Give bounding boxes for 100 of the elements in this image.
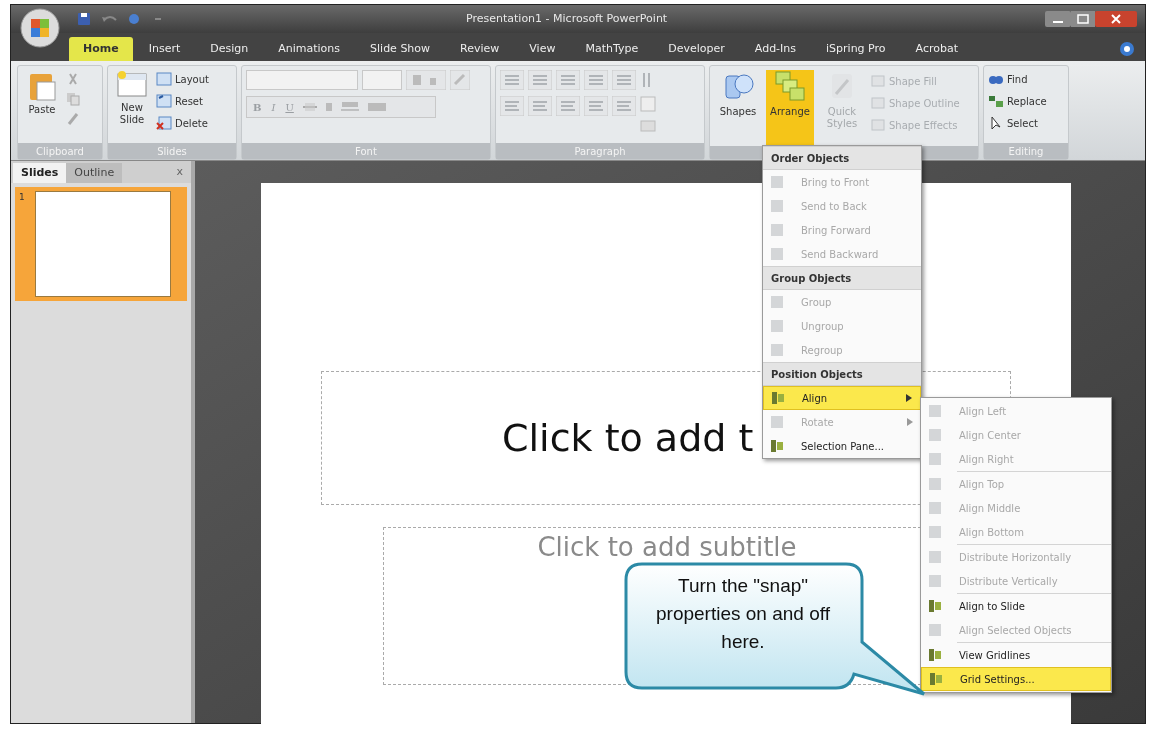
menu-item[interactable]: Align to Slide [921,594,1111,618]
justify-icon[interactable] [584,96,608,116]
minimize-icon[interactable] [1045,11,1071,27]
menu-item-label: View Gridlines [959,648,1031,663]
ribbon-tab[interactable]: MathType [571,37,653,61]
cut-icon[interactable] [66,72,80,86]
menu-item[interactable]: Grid Settings... [921,667,1111,691]
close-icon[interactable] [1095,11,1137,27]
menu-section-header: Order Objects [763,146,921,170]
menu-item[interactable]: View Gridlines [921,643,1111,667]
menu-item-label: Align [802,391,828,406]
delete-icon [156,115,172,131]
menu-item-label: Align to Slide [959,599,1025,614]
menu-item-label: Grid Settings... [960,672,1035,687]
ribbon-tab[interactable]: Add-Ins [740,37,811,61]
find-button[interactable]: Find [988,70,1047,88]
select-button[interactable]: Select [988,114,1047,132]
strikethrough-icon[interactable] [301,101,318,113]
slide-number: 1 [19,191,26,204]
ribbon-button[interactable]: Shapes [714,70,762,146]
ribbon-tab[interactable]: Home [69,37,133,61]
office-button-icon[interactable] [20,8,60,48]
menu-item-icon [769,438,785,454]
menu-item-icon [927,500,943,516]
window-title: Presentation1 - Microsoft PowerPoint [466,11,668,27]
indent-icon[interactable] [556,70,580,90]
menu-item-label: Ungroup [801,319,844,334]
bullets-icon[interactable] [500,70,524,90]
help-icon[interactable] [1119,41,1135,57]
new-slide-button[interactable]: New Slide [112,70,152,126]
ribbon-tab[interactable]: View [515,37,570,61]
group-label: Slides [157,144,187,159]
menu-item-icon [769,246,785,262]
placeholder-text: Click to add t [502,414,754,462]
save-icon[interactable] [77,12,91,26]
pane-tab[interactable]: Outline [66,163,123,183]
ribbon-tab[interactable]: Insert [134,37,195,61]
menu-item-icon [769,174,785,190]
font-size-field[interactable] [362,70,402,90]
menu-item-label: Bring Forward [801,223,871,238]
align-right-icon[interactable] [556,96,580,116]
menu-item-icon [927,647,943,663]
placeholder-text: Click to add subtitle [537,531,797,560]
indent-icon[interactable] [584,70,608,90]
numbering-icon[interactable] [528,70,552,90]
slide-thumbnail[interactable]: 1 [15,187,187,301]
grow-font-icon[interactable] [406,70,446,90]
center-icon[interactable] [528,96,552,116]
copy-icon[interactable] [66,92,80,106]
menu-item-icon [769,342,785,358]
brush-icon[interactable] [66,112,80,126]
delete-button[interactable]: Delete [156,114,209,132]
paste-button[interactable]: Paste [22,70,62,117]
menu-item-label: Bring to Front [801,175,870,190]
submenu-arrow-icon [906,394,912,402]
menu-item-label: Distribute Horizontally [959,550,1072,565]
line-spacing-icon[interactable] [612,70,636,90]
replace-button[interactable]: Replace [988,92,1047,110]
ribbon-tab[interactable]: iSpring Pro [812,37,900,61]
menu-item-label: Group [801,295,832,310]
ribbon-tab[interactable]: Acrobat [901,37,972,61]
align-left-icon[interactable] [500,96,524,116]
clear-format-icon[interactable] [450,70,470,90]
menu-item-label: Align Bottom [959,525,1024,540]
menu-item-icon [927,403,943,419]
group-label: Paragraph [574,144,626,159]
ribbon-tab[interactable]: Animations [264,37,355,61]
reset-button[interactable]: Reset [156,92,209,110]
overlapping-squares-icon [774,70,806,102]
ribbon-tab[interactable]: Design [196,37,263,61]
menu-item-icon [927,622,943,638]
menu-item-label: Align Left [959,404,1007,419]
menu-item-icon [927,476,943,492]
menu-item-icon [928,671,944,687]
ribbon-tab[interactable]: Review [446,37,514,61]
layout-button[interactable]: Layout [156,70,209,88]
menu-item-label: Distribute Vertically [959,574,1058,589]
menu-item-label: Align Right [959,452,1014,467]
spacing-icon[interactable] [339,101,360,113]
ribbon-tab[interactable]: Slide Show [356,37,445,61]
menu-item-label: Align Selected Objects [959,623,1072,638]
menu-item[interactable]: Selection Pane... [763,434,921,458]
menu-item-label: Send Backward [801,247,879,262]
menu-item-icon [927,427,943,443]
group-label: Editing [1008,144,1044,159]
menu-item[interactable]: Align [763,386,921,410]
maximize-icon[interactable] [1071,11,1095,27]
ribbon-button[interactable]: Arrange [766,70,814,146]
font-name-field[interactable] [246,70,358,90]
menu-item-label: Rotate [801,415,834,430]
pane-tab[interactable]: Slides [13,163,67,183]
group-label: Clipboard [36,144,84,159]
close-pane-button[interactable]: x [176,163,183,180]
menu-item-icon [770,390,786,406]
columns-icon[interactable] [612,96,636,116]
ribbon-tab[interactable]: Developer [654,37,739,61]
callout-text: Turn the "snap" properties on and off here. [655,574,831,654]
reset-icon [156,93,172,109]
menu-item-label: Selection Pane... [801,439,884,454]
menu-item-icon [769,198,785,214]
